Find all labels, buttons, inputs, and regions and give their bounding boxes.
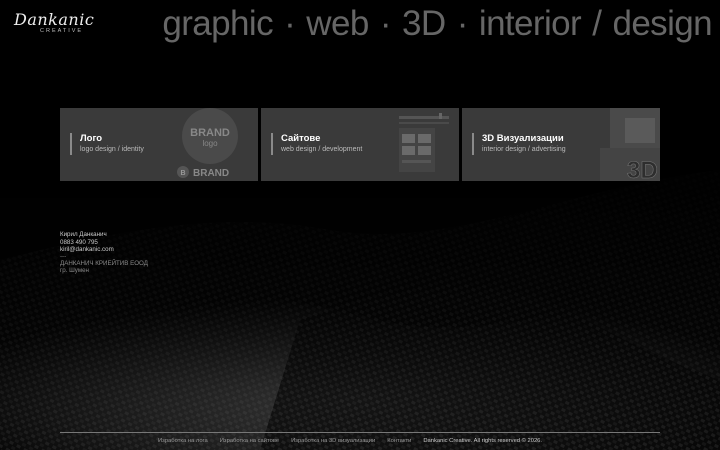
footer-link-logos[interactable]: Изработка на лога bbox=[158, 438, 208, 444]
card-subtitle: web design / development bbox=[281, 146, 363, 153]
card-text: Лого logo design / identity bbox=[70, 133, 144, 155]
service-card-logo[interactable]: BRAND logo B BRAND Лого logo design / id… bbox=[60, 108, 258, 181]
svg-text:3D: 3D bbox=[627, 157, 658, 181]
footer-divider bbox=[60, 432, 660, 433]
svg-text:logo: logo bbox=[202, 139, 218, 148]
card-subtitle: logo design / identity bbox=[80, 146, 144, 153]
tagline-separator: / bbox=[592, 4, 602, 43]
logo-wordmark: Dankanic bbox=[14, 10, 95, 29]
footer-copyright: Dankanic Creative. All rights reserved ©… bbox=[423, 438, 543, 444]
tagline-word: interior bbox=[478, 4, 582, 43]
tagline-separator: · bbox=[456, 4, 469, 43]
contact-phone[interactable]: 0883 490 795 bbox=[60, 239, 148, 247]
svg-text:B: B bbox=[180, 170, 185, 177]
footer-link-contacts[interactable]: Контакти bbox=[387, 438, 411, 444]
footer-link-3d[interactable]: Изработка на 3D визуализации bbox=[291, 438, 375, 444]
website-wireframe-illustration bbox=[369, 108, 459, 181]
tagline-word: web bbox=[306, 4, 369, 43]
footer: Изработка на лога Изработка на сайтове И… bbox=[158, 438, 542, 444]
card-title: Сайтове bbox=[281, 133, 321, 144]
svg-text:BRAND: BRAND bbox=[193, 168, 229, 179]
site-logo[interactable]: Dankanic CREATIVE bbox=[14, 10, 95, 35]
tagline-separator: · bbox=[284, 4, 296, 43]
tagline-word: design bbox=[612, 4, 712, 43]
contact-name: Кирил Данканич bbox=[60, 231, 107, 238]
card-title: Лого bbox=[80, 133, 103, 144]
background-fabric-image bbox=[0, 0, 720, 450]
company-name: ДАНКАНИЧ КРИЕЙТИВ ЕООД bbox=[60, 259, 148, 267]
card-text: Сайтове web design / development bbox=[271, 133, 362, 155]
card-subtitle: interior design / advertising bbox=[482, 146, 566, 153]
tagline-word: 3D bbox=[402, 4, 446, 43]
contact-email[interactable]: kiril@dankanic.com bbox=[60, 246, 148, 254]
tagline-word: graphic bbox=[162, 4, 273, 43]
logo-brand-illustration: BRAND logo B BRAND bbox=[148, 108, 258, 181]
service-card-websites[interactable]: Сайтове web design / development bbox=[261, 108, 459, 181]
3d-render-illustration: 3D bbox=[580, 108, 660, 181]
contact-info: Кирил Данканич 0883 490 795 kiril@dankan… bbox=[60, 231, 148, 275]
card-title: 3D Визуализации bbox=[482, 133, 564, 144]
services-cards: BRAND logo B BRAND Лого logo design / id… bbox=[60, 108, 660, 181]
svg-text:BRAND: BRAND bbox=[190, 127, 230, 139]
company-city: гр. Шумен bbox=[60, 267, 89, 275]
header-tagline: graphic · web · 3D · interior / design bbox=[162, 4, 712, 44]
service-card-3d[interactable]: 3D 3D Визуализации interior design / adv… bbox=[462, 108, 660, 181]
card-text: 3D Визуализации interior design / advert… bbox=[472, 133, 566, 155]
tagline-separator: · bbox=[379, 4, 392, 43]
footer-link-websites[interactable]: Изработка на сайтове bbox=[220, 438, 279, 444]
